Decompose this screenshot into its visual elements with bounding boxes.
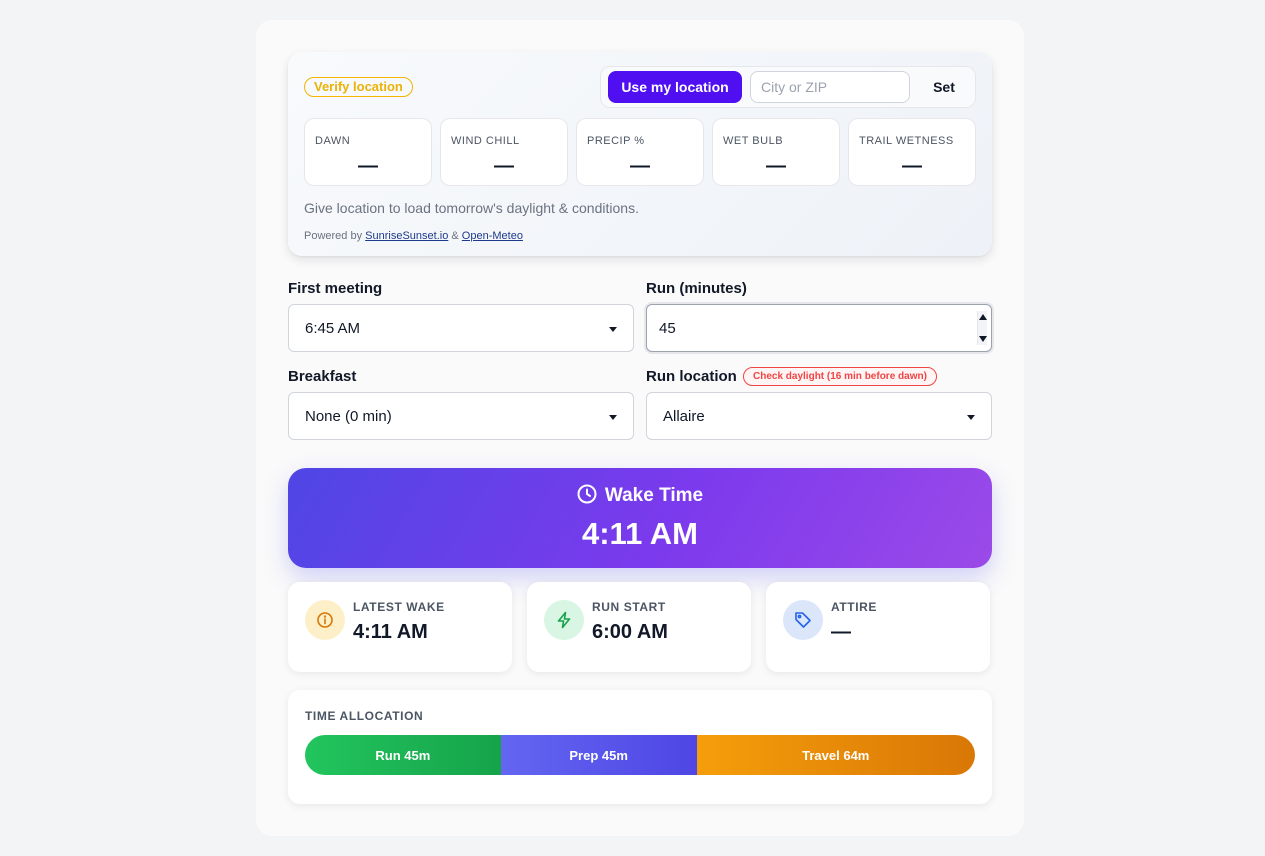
run-location-label: Run location [646, 368, 737, 385]
stat-label: LATEST WAKE [353, 600, 445, 614]
metric-precip: PRECIP % — [576, 118, 704, 186]
powered-prefix: Powered by [304, 230, 363, 242]
metric-label: TRAIL WETNESS [859, 135, 954, 147]
first-meeting-select[interactable]: 6:45 AM [288, 304, 634, 352]
run-minutes-value: 45 [659, 320, 676, 337]
chevron-down-icon [609, 327, 617, 332]
metric-label: WET BULB [723, 135, 784, 147]
sunrisesunset-link[interactable]: SunriseSunset.io [365, 230, 448, 242]
run-minutes-input[interactable]: 45 [646, 304, 992, 352]
metric-label: PRECIP % [587, 135, 645, 147]
allocation-segment: Run 45m [305, 735, 501, 775]
location-message: Give location to load tomorrow's dayligh… [304, 200, 639, 216]
info-icon [305, 600, 345, 640]
breakfast-select[interactable]: None (0 min) [288, 392, 634, 440]
set-location-button[interactable]: Set [919, 71, 969, 103]
use-my-location-button[interactable]: Use my location [608, 71, 742, 103]
location-controls: Use my location Set [600, 66, 976, 108]
run-minutes-stepper[interactable] [977, 311, 987, 345]
wake-planner-card: Verify location Use my location Set DAWN… [256, 20, 1024, 836]
metric-label: DAWN [315, 135, 351, 147]
powered-by: Powered by SunriseSunset.io & Open-Meteo [304, 230, 523, 242]
allocation-segment: Travel 64m [696, 735, 975, 775]
breakfast-label: Breakfast [288, 368, 357, 385]
chevron-down-icon [967, 415, 975, 420]
metric-value: — [630, 155, 650, 177]
stat-attire: ATTIRE — [766, 582, 990, 672]
conditions-metrics: DAWN — WIND CHILL — PRECIP % — WET BULB … [304, 118, 976, 186]
metric-trail-wetness: TRAIL WETNESS — [848, 118, 976, 186]
chevron-down-icon [609, 415, 617, 420]
stat-label: ATTIRE [831, 600, 878, 614]
wake-time-hero: Wake Time 4:11 AM [288, 468, 992, 568]
stepper-down-icon[interactable] [979, 336, 987, 342]
stat-latest-wake: LATEST WAKE 4:11 AM [288, 582, 512, 672]
wake-title-row: Wake Time [288, 484, 992, 507]
stat-label: RUN START [592, 600, 666, 614]
clock-icon [577, 484, 597, 504]
time-allocation: TIME ALLOCATION Run 45m Prep 45m Travel 64… [288, 690, 992, 804]
metric-value: — [494, 155, 514, 177]
tag-icon [783, 600, 823, 640]
metric-label: WIND CHILL [451, 135, 520, 147]
metric-value: — [766, 155, 786, 177]
stat-run-start: RUN START 6:00 AM [527, 582, 751, 672]
stat-value: 6:00 AM [592, 621, 668, 643]
stat-value: — [831, 621, 851, 643]
time-allocation-bar: Run 45m Prep 45m Travel 64m [305, 735, 975, 775]
daylight-warning-badge: Check daylight (16 min before dawn) [743, 367, 937, 386]
breakfast-value: None (0 min) [305, 408, 392, 425]
city-zip-input[interactable] [750, 71, 910, 103]
stepper-up-icon[interactable] [979, 314, 987, 320]
metric-value: — [902, 155, 922, 177]
location-panel: Verify location Use my location Set DAWN… [288, 52, 992, 256]
first-meeting-label: First meeting [288, 280, 383, 297]
stat-value: 4:11 AM [353, 621, 428, 643]
wake-time-value: 4:11 AM [581, 516, 698, 551]
powered-amp: & [451, 230, 459, 242]
metric-wet-bulb: WET BULB — [712, 118, 840, 186]
metric-wind-chill: WIND CHILL — [440, 118, 568, 186]
metric-dawn: DAWN — [304, 118, 432, 186]
run-location-select[interactable]: Allaire [646, 392, 992, 440]
wake-title: Wake Time [604, 485, 704, 506]
verify-location-badge[interactable]: Verify location [304, 77, 413, 97]
time-allocation-title: TIME ALLOCATION [305, 709, 424, 723]
allocation-segment: Prep 45m [500, 735, 697, 775]
first-meeting-value: 6:45 AM [305, 320, 361, 337]
metric-value: — [358, 155, 378, 177]
lightning-icon [544, 600, 584, 640]
run-location-value: Allaire [663, 408, 705, 425]
run-minutes-label: Run (minutes) [646, 280, 747, 297]
open-meteo-link[interactable]: Open-Meteo [462, 230, 523, 242]
